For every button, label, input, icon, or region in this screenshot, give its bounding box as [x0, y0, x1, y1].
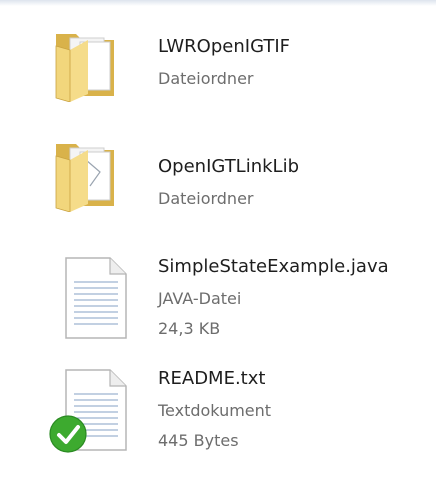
file-type: Dateiordner: [158, 189, 254, 208]
file-item-openigtlinklib[interactable]: OpenIGTLinkLib Dateiordner: [0, 130, 436, 240]
file-type: Dateiordner: [158, 69, 254, 88]
file-list: LWROpenIGTIF Dateiordner OpenIGTLinkLib …: [0, 0, 436, 480]
folder-icon: [50, 132, 130, 216]
file-type: JAVA-Datei: [158, 289, 242, 308]
file-item-lwropenigtif[interactable]: LWROpenIGTIF Dateiordner: [0, 20, 436, 130]
checkmark-icon: [48, 414, 88, 458]
file-name: README.txt: [158, 368, 266, 389]
file-type: Textdokument: [158, 401, 272, 420]
file-item-simplestateexample[interactable]: SimpleStateExample.java JAVA-Datei 24,3 …: [0, 250, 436, 360]
file-name: SimpleStateExample.java: [158, 256, 389, 277]
file-name: LWROpenIGTIF: [158, 36, 291, 57]
file-name: OpenIGTLinkLib: [158, 156, 300, 177]
file-size: 445 Bytes: [158, 431, 239, 450]
file-size: 24,3 KB: [158, 319, 221, 338]
file-item-readme[interactable]: README.txt Textdokument 445 Bytes: [0, 362, 436, 472]
text-document-icon: [62, 256, 132, 344]
folder-icon: [50, 22, 130, 106]
